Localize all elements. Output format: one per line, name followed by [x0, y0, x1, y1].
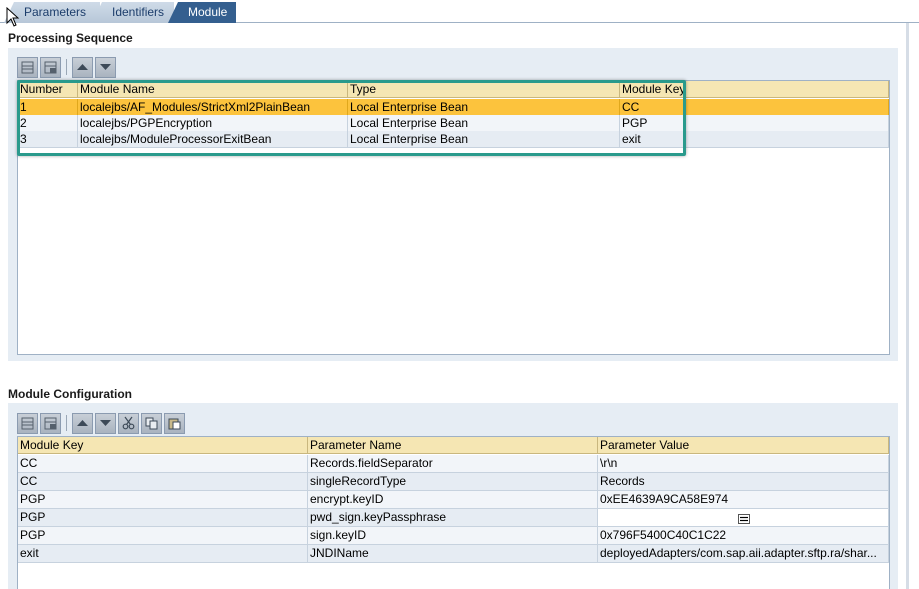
password-toggle-icon[interactable]: [738, 514, 750, 524]
cell-module-key[interactable]: exit: [620, 131, 889, 148]
move-down-icon[interactable]: [95, 56, 116, 78]
table-row[interactable]: 1 localejbs/AF_Modules/StrictXml2PlainBe…: [18, 99, 889, 116]
table-row[interactable]: PGP sign.keyID 0x796F5400C40C1C22: [18, 527, 889, 545]
paste-icon[interactable]: [164, 412, 185, 434]
cell-module-key[interactable]: CC: [18, 473, 308, 491]
column-header-parameter-value[interactable]: Parameter Value: [598, 437, 889, 454]
module-configuration-table: Module Key Parameter Name Parameter Valu…: [17, 436, 890, 589]
tab-parameters-label: Parameters: [24, 5, 87, 19]
insert-row-icon[interactable]: [17, 56, 38, 78]
table-header-row: Number Module Name Type Module Key: [18, 81, 889, 98]
processing-toolbar: [17, 56, 116, 78]
column-header-number[interactable]: Number: [18, 81, 78, 98]
processing-sequence-title: Processing Sequence: [8, 31, 133, 45]
cell-parameter-value[interactable]: deployedAdapters/com.sap.aii.adapter.sft…: [598, 545, 889, 563]
cell-module-key[interactable]: exit: [18, 545, 308, 563]
table-header-row: Module Key Parameter Name Parameter Valu…: [18, 437, 889, 454]
cell-parameter-value[interactable]: \r\n: [598, 455, 889, 473]
cell-parameter-name[interactable]: JNDIName: [308, 545, 598, 563]
cell-parameter-value[interactable]: 0xEE4639A9CA58E974: [598, 491, 889, 509]
cell-type[interactable]: Local Enterprise Bean: [348, 131, 620, 148]
right-edge-divider: [906, 23, 909, 589]
cell-module-key[interactable]: PGP: [18, 509, 308, 527]
cell-type[interactable]: Local Enterprise Bean: [348, 99, 620, 116]
tab-module-label: Module: [188, 5, 228, 19]
cell-number[interactable]: 3: [18, 131, 78, 148]
move-up-icon[interactable]: [72, 56, 93, 78]
move-down-icon[interactable]: [95, 412, 116, 434]
cell-parameter-value[interactable]: 0x796F5400C40C1C22: [598, 527, 889, 545]
cut-icon[interactable]: [118, 412, 139, 434]
cell-module-key[interactable]: PGP: [18, 527, 308, 545]
delete-row-icon[interactable]: [40, 56, 61, 78]
copy-icon[interactable]: [141, 412, 162, 434]
cell-parameter-name[interactable]: singleRecordType: [308, 473, 598, 491]
table-row[interactable]: CC Records.fieldSeparator \r\n: [18, 455, 889, 473]
move-up-icon[interactable]: [72, 412, 93, 434]
cell-module-key[interactable]: CC: [620, 99, 889, 116]
cell-module-name[interactable]: localejbs/AF_Modules/StrictXml2PlainBean: [78, 99, 348, 116]
table-row[interactable]: CC singleRecordType Records: [18, 473, 889, 491]
table-row[interactable]: PGP encrypt.keyID 0xEE4639A9CA58E974: [18, 491, 889, 509]
table-row[interactable]: 2 localejbs/PGPEncryption Local Enterpri…: [18, 115, 889, 132]
mouse-cursor-icon: [6, 7, 20, 27]
tab-identifiers-label: Identifiers: [112, 5, 165, 19]
cell-number[interactable]: 1: [18, 99, 78, 116]
processing-sequence-table: Number Module Name Type Module Key 1 loc…: [17, 80, 890, 355]
cell-module-key[interactable]: PGP: [18, 491, 308, 509]
cell-module-key[interactable]: CC: [18, 455, 308, 473]
toolbar-separator: [66, 415, 67, 431]
delete-row-icon[interactable]: [40, 412, 61, 434]
cell-number[interactable]: 2: [18, 115, 78, 132]
cell-parameter-name[interactable]: pwd_sign.keyPassphrase: [308, 509, 598, 527]
module-configuration-title: Module Configuration: [8, 387, 132, 401]
table-row[interactable]: exit JNDIName deployedAdapters/com.sap.a…: [18, 545, 889, 563]
cell-module-name[interactable]: localejbs/ModuleProcessorExitBean: [78, 131, 348, 148]
cell-parameter-name[interactable]: Records.fieldSeparator: [308, 455, 598, 473]
table-row[interactable]: 3 localejbs/ModuleProcessorExitBean Loca…: [18, 131, 889, 148]
column-header-parameter-name[interactable]: Parameter Name: [308, 437, 598, 454]
tab-module[interactable]: Module: [168, 2, 236, 23]
insert-row-icon[interactable]: [17, 412, 38, 434]
column-header-module-name[interactable]: Module Name: [78, 81, 348, 98]
toolbar-separator: [66, 59, 67, 75]
tab-bar: Parameters Identifiers Module: [0, 0, 919, 23]
cell-type[interactable]: Local Enterprise Bean: [348, 115, 620, 132]
column-header-module-key[interactable]: Module Key: [620, 81, 889, 98]
cell-parameter-name[interactable]: encrypt.keyID: [308, 491, 598, 509]
tab-identifiers[interactable]: Identifiers: [92, 2, 174, 23]
table-row[interactable]: PGP pwd_sign.keyPassphrase: [18, 509, 889, 527]
column-header-module-key[interactable]: Module Key: [18, 437, 308, 454]
column-header-type[interactable]: Type: [348, 81, 620, 98]
cell-module-name[interactable]: localejbs/PGPEncryption: [78, 115, 348, 132]
cell-parameter-value[interactable]: Records: [598, 473, 889, 491]
cell-parameter-name[interactable]: sign.keyID: [308, 527, 598, 545]
configuration-toolbar: [17, 412, 185, 434]
cell-module-key[interactable]: PGP: [620, 115, 889, 132]
